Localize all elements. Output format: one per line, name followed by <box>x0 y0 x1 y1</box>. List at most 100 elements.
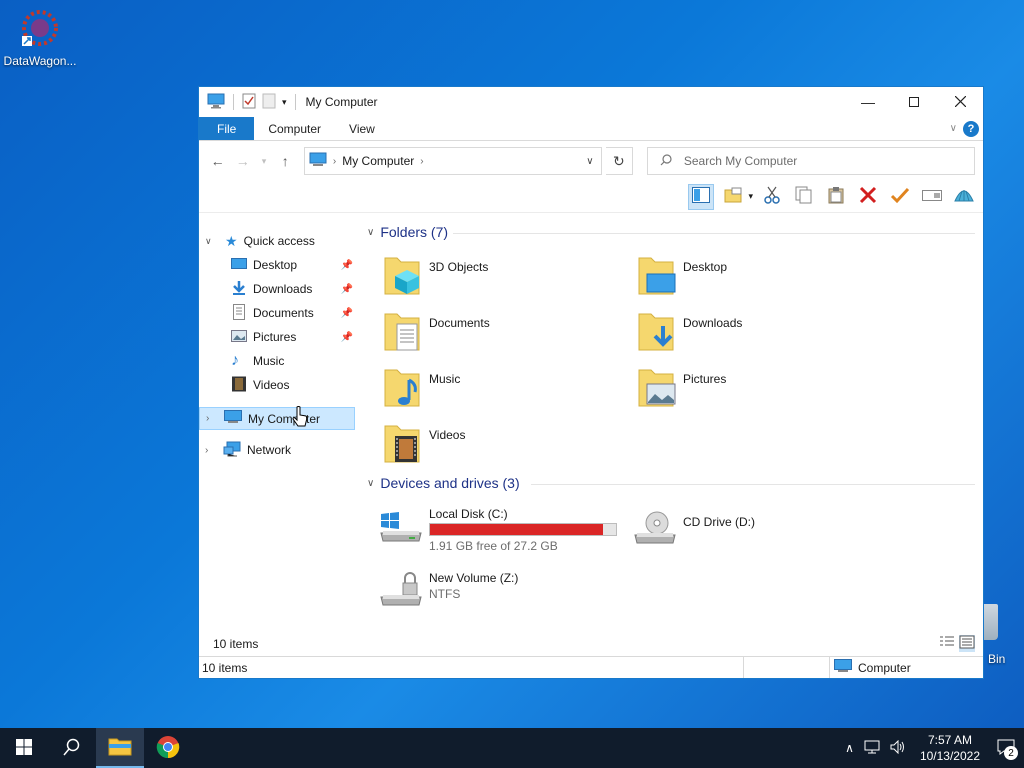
desktop-icon <box>231 257 247 274</box>
taskbar-chrome[interactable] <box>144 728 192 768</box>
title-bar[interactable]: ▾ My Computer — <box>199 87 983 117</box>
folder-downloads[interactable]: Downloads <box>637 310 877 360</box>
nav-item-music[interactable]: ♪ Music <box>231 349 353 373</box>
nav-item-desktop[interactable]: Desktop 📌 <box>231 253 353 277</box>
search-button[interactable] <box>48 728 96 768</box>
folder-3d-objects[interactable]: 3D Objects <box>383 254 623 304</box>
folder-music[interactable]: Music <box>383 366 623 416</box>
large-icons-view-icon[interactable] <box>959 635 975 652</box>
desktop-icon-label: Bin <box>988 652 1006 666</box>
folder-pictures[interactable]: Pictures <box>637 366 877 416</box>
preview-pane-button[interactable] <box>688 183 715 210</box>
tab-computer[interactable]: Computer <box>254 117 335 140</box>
close-button[interactable] <box>937 87 983 117</box>
nav-label: Videos <box>253 378 290 392</box>
folder-videos[interactable]: Videos <box>383 422 623 472</box>
nav-item-documents[interactable]: Documents 📌 <box>231 301 353 325</box>
shell-button[interactable] <box>951 184 977 210</box>
nav-item-pictures[interactable]: Pictures 📌 <box>231 325 353 349</box>
folder-documents[interactable]: Documents <box>383 310 623 360</box>
status-empty-cell <box>744 657 830 678</box>
drive-cd-d[interactable]: CD Drive (D:) <box>633 507 883 563</box>
datawagon-icon <box>18 6 62 50</box>
nav-item-downloads[interactable]: Downloads 📌 <box>231 277 353 301</box>
explorer-window: ▾ My Computer — File Computer View ∨ ? ←… <box>198 86 984 679</box>
customize-quick-access-icon[interactable]: ▾ <box>282 97 287 108</box>
search-icon <box>63 738 81 759</box>
volume-icon[interactable] <box>890 739 906 757</box>
forward-button[interactable]: → <box>232 150 253 172</box>
rename-button[interactable] <box>919 184 945 210</box>
pin-icon[interactable]: 📌 <box>341 260 353 271</box>
expand-ribbon-icon[interactable]: ∨ <box>950 123 957 134</box>
chevron-right-icon: › <box>206 413 210 424</box>
copy-button[interactable] <box>791 184 817 210</box>
window-title: My Computer <box>305 95 378 109</box>
nav-item-my-computer[interactable]: › My Computer <box>199 407 355 430</box>
chevron-down-icon[interactable]: ▾ <box>748 191 753 202</box>
paste-button[interactable] <box>823 184 849 210</box>
desktop-icon-label: DataWagon... <box>3 54 77 68</box>
scissors-icon <box>763 186 781 207</box>
drive-local-disk-c[interactable]: Local Disk (C:) 1.91 GB free of 27.2 GB <box>379 507 629 563</box>
pin-icon[interactable]: 📌 <box>341 308 353 319</box>
nav-item-network[interactable]: › Network <box>199 438 355 462</box>
clock[interactable]: 7:57 AM 10/13/2022 <box>920 732 980 764</box>
maximize-button[interactable] <box>891 87 937 117</box>
chevron-up-icon[interactable]: ∧ <box>845 741 854 755</box>
computer-icon <box>309 152 327 170</box>
tab-view[interactable]: View <box>335 117 389 140</box>
start-button[interactable] <box>0 728 48 768</box>
address-bar[interactable]: › My Computer › ∨ <box>303 147 602 175</box>
folder-desktop[interactable]: Desktop <box>637 254 877 304</box>
new-folder-icon[interactable] <box>262 93 276 112</box>
action-center-button[interactable]: 2 <box>994 736 1018 760</box>
address-dropdown-button[interactable]: ∨ <box>579 148 601 174</box>
nav-quick-access[interactable]: ∨ ★ Quick access <box>205 229 355 253</box>
drive-new-volume-z[interactable]: New Volume (Z:) NTFS <box>379 571 629 627</box>
pin-icon[interactable]: 📌 <box>341 332 353 343</box>
properties-icon[interactable] <box>242 93 256 112</box>
minimize-icon: — <box>861 94 875 110</box>
refresh-button[interactable]: ↻ <box>605 147 633 175</box>
arrow-right-icon: → <box>235 153 250 169</box>
copy-icon <box>795 186 813 207</box>
clock-time: 7:57 AM <box>927 733 972 747</box>
refresh-icon: ↻ <box>613 152 625 169</box>
close-icon <box>954 94 966 110</box>
content-area: ∨ ★ Quick access Desktop 📌 Downloads 📌 D… <box>199 214 983 632</box>
details-view-icon[interactable] <box>939 635 955 652</box>
help-icon[interactable]: ? <box>963 120 979 137</box>
up-button[interactable]: ↑ <box>275 150 296 172</box>
group-header-folders[interactable]: ∨ Folders (7) <box>367 224 448 240</box>
chevron-down-icon: ▾ <box>261 155 267 166</box>
search-box[interactable] <box>646 147 976 175</box>
paste-icon <box>827 186 845 207</box>
nav-label: Pictures <box>253 330 297 344</box>
picture-icon <box>231 329 247 346</box>
ribbon-tabs: File Computer View ∨ ? <box>199 117 983 141</box>
breadcrumb[interactable]: My Computer <box>342 154 414 168</box>
desktop-icon-datawagon[interactable]: DataWagon... <box>2 6 78 68</box>
group-header-devices[interactable]: ∨ Devices and drives (3) <box>367 475 520 491</box>
group-divider <box>453 233 975 234</box>
view-options-button[interactable] <box>720 184 746 210</box>
recent-locations-button[interactable]: ▾ <box>257 150 270 172</box>
delete-button[interactable] <box>855 184 881 210</box>
minimize-button[interactable]: — <box>845 87 891 117</box>
drive-name: Local Disk (C:) <box>429 507 508 521</box>
drive-name: CD Drive (D:) <box>683 515 755 529</box>
back-button[interactable]: ← <box>207 150 228 172</box>
network-tray-icon[interactable] <box>864 740 880 757</box>
search-input[interactable] <box>683 154 964 168</box>
pin-icon[interactable]: 📌 <box>341 284 353 295</box>
properties-button[interactable] <box>887 184 913 210</box>
nav-item-videos[interactable]: Videos <box>231 373 353 397</box>
tab-file[interactable]: File <box>199 117 255 140</box>
cd-drive-icon <box>633 511 677 548</box>
cut-button[interactable] <box>759 184 785 210</box>
chevron-down-icon: ∨ <box>367 477 375 489</box>
computer-icon <box>834 659 852 676</box>
download-arrow-icon <box>231 280 247 298</box>
taskbar-file-explorer[interactable] <box>96 728 144 768</box>
